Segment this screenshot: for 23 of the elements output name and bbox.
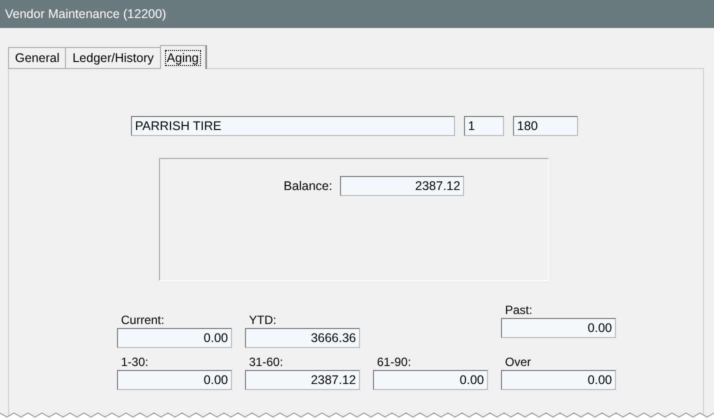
amount-field[interactable]: 0.00 — [501, 370, 616, 390]
vendor-name-field[interactable]: PARRISH TIRE — [131, 116, 455, 136]
field-label: Current: — [120, 313, 166, 327]
tab[interactable]: Aging — [160, 45, 206, 69]
amount-field[interactable]: 0.00 — [117, 328, 232, 348]
field-label: 61-90: — [376, 355, 412, 369]
field-label: YTD: — [248, 313, 278, 327]
amount-field[interactable]: 0.00 — [373, 370, 488, 390]
amount-field[interactable]: 3666.36 — [245, 328, 360, 348]
amount-field[interactable]: 0.00 — [501, 318, 616, 338]
amount-field[interactable]: 0.00 — [117, 370, 232, 390]
field-label: Over — [504, 355, 532, 369]
field-label: 1-30: — [120, 355, 150, 369]
balance-field[interactable]: 2387.12 — [340, 176, 464, 196]
window-title: Vendor Maintenance (12200) — [5, 7, 166, 21]
input-field[interactable]: 180 — [513, 116, 578, 136]
tab[interactable]: Ledger/History — [65, 47, 161, 69]
balance-label: Balance: — [284, 179, 332, 193]
field-label: 31-60: — [248, 355, 284, 369]
amount-field[interactable]: 2387.12 — [245, 370, 360, 390]
field-label: Past: — [504, 303, 534, 317]
input-field[interactable]: 1 — [464, 116, 504, 136]
tab[interactable]: General — [8, 47, 66, 69]
